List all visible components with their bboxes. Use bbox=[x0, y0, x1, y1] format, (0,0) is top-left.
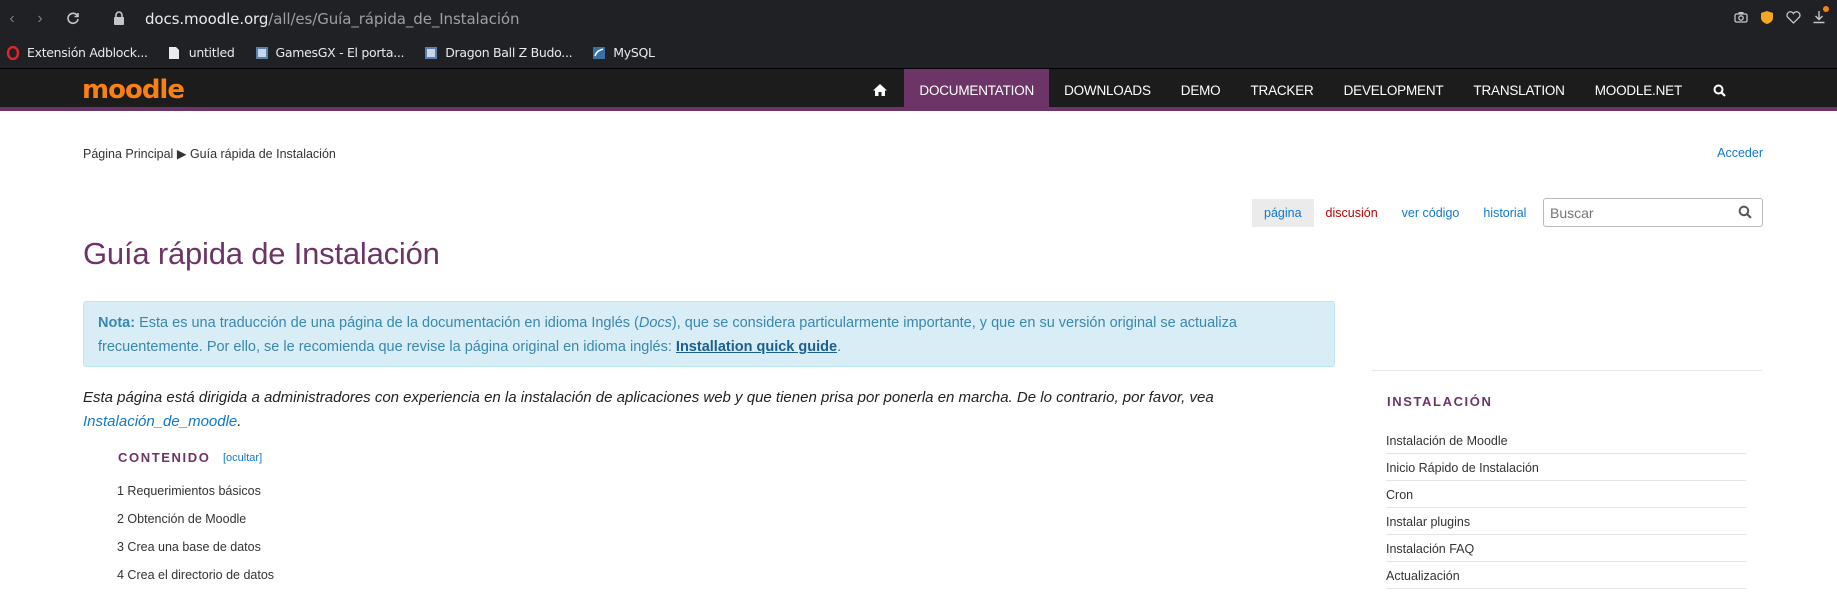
forward-icon[interactable]: › bbox=[28, 7, 52, 31]
url-path: /all/es/Guía_rápida_de_Instalación bbox=[268, 10, 520, 28]
tab-view-source[interactable]: ver código bbox=[1390, 199, 1472, 227]
search-input[interactable] bbox=[1544, 199, 1724, 226]
sidebar-divider bbox=[1372, 370, 1762, 371]
note-label: Nota: bbox=[98, 315, 136, 331]
bookmark-label: MySQL bbox=[613, 45, 655, 60]
page-title: Guía rápida de Instalación bbox=[83, 236, 440, 271]
toc-item[interactable]: 4 Crea el directorio de datos bbox=[117, 568, 274, 596]
breadcrumb-home[interactable]: Página Principal bbox=[83, 147, 173, 161]
toc-title: CONTENIDO bbox=[118, 450, 211, 465]
document-icon bbox=[168, 46, 182, 60]
sidebar-item[interactable]: Instalación de Moodle bbox=[1386, 427, 1746, 454]
note-docs: Docs bbox=[638, 315, 672, 331]
url-domain: docs.moodle.org bbox=[145, 10, 269, 28]
sidebar-list: Instalación de Moodle Inicio Rápido de I… bbox=[1386, 427, 1746, 589]
nav-development[interactable]: DEVELOPMENT bbox=[1329, 69, 1459, 111]
note-end: . bbox=[837, 339, 842, 355]
tab-discussion[interactable]: discusión bbox=[1314, 199, 1390, 227]
nav-documentation[interactable]: DOCUMENTATION bbox=[904, 69, 1050, 111]
sidebar-title: INSTALACIÓN bbox=[1387, 394, 1493, 409]
heart-icon[interactable] bbox=[1785, 9, 1801, 25]
download-icon[interactable] bbox=[1811, 6, 1829, 25]
wiki-search bbox=[1543, 198, 1763, 227]
nav-downloads[interactable]: DOWNLOADS bbox=[1049, 69, 1166, 111]
reload-icon[interactable] bbox=[61, 7, 85, 31]
note-text: Esta es una traducción de una página de … bbox=[135, 315, 639, 331]
toc-list: 1 Requerimientos básicos 2 Obtención de … bbox=[117, 484, 274, 596]
bookmarks-bar: Extensión Adblock... untitled GamesGX - … bbox=[0, 37, 1837, 69]
bookmark-item[interactable]: untitled bbox=[168, 45, 235, 60]
search-icon[interactable] bbox=[1738, 205, 1752, 219]
shield-icon[interactable] bbox=[1759, 9, 1775, 25]
bookmark-item[interactable]: Dragon Ball Z Budo... bbox=[424, 45, 573, 60]
nav-tracker[interactable]: TRACKER bbox=[1235, 69, 1328, 111]
bookmark-item[interactable]: Extensión Adblock... bbox=[6, 45, 148, 60]
moodle-logo[interactable]: moodle bbox=[82, 75, 185, 105]
breadcrumb-separator: ▶ bbox=[176, 147, 187, 161]
login-link[interactable]: Acceder bbox=[1717, 146, 1763, 160]
intro-end: . bbox=[237, 413, 242, 430]
bookmark-label: Dragon Ball Z Budo... bbox=[445, 45, 573, 60]
intro-link[interactable]: Instalación_de_moodle bbox=[83, 413, 237, 430]
camera-icon[interactable] bbox=[1733, 9, 1749, 25]
toc-hide-link[interactable]: [ocultar] bbox=[223, 452, 262, 464]
page-tabs: página discusión ver código historial bbox=[1252, 199, 1538, 227]
nav-translation[interactable]: TRANSLATION bbox=[1458, 69, 1579, 111]
sidebar-item[interactable]: Instalar plugins bbox=[1386, 508, 1746, 535]
home-icon[interactable] bbox=[856, 69, 904, 111]
toc-item[interactable]: 2 Obtención de Moodle bbox=[117, 512, 274, 540]
opera-icon bbox=[6, 45, 20, 60]
sidebar-item[interactable]: Actualización bbox=[1386, 562, 1746, 589]
bookmark-label: untitled bbox=[188, 45, 235, 60]
intro-paragraph: Esta página está dirigida a administrado… bbox=[83, 386, 1353, 434]
tab-page[interactable]: página bbox=[1252, 199, 1314, 227]
breadcrumb-current: Guía rápida de Instalación bbox=[189, 147, 336, 161]
tab-history[interactable]: historial bbox=[1471, 199, 1538, 227]
site-header: moodle DOCUMENTATION DOWNLOADS DEMO TRAC… bbox=[0, 69, 1837, 111]
address-bar[interactable]: docs.moodle.org/all/es/Guía_rápida_de_In… bbox=[145, 10, 520, 28]
site-icon bbox=[424, 46, 438, 60]
sidebar-item[interactable]: Cron bbox=[1386, 481, 1746, 508]
toc-item[interactable]: 1 Requerimientos básicos bbox=[117, 484, 274, 512]
main-nav: DOCUMENTATION DOWNLOADS DEMO TRACKER DEV… bbox=[856, 69, 1742, 111]
breadcrumb: Página Principal ▶ Guía rápida de Instal… bbox=[83, 146, 336, 161]
sidebar-item[interactable]: Instalación FAQ bbox=[1386, 535, 1746, 562]
bookmark-item[interactable]: GamesGX - El porta... bbox=[255, 45, 405, 60]
toc-item[interactable]: 3 Crea una base de datos bbox=[117, 540, 274, 568]
search-icon[interactable] bbox=[1697, 69, 1742, 111]
intro-text: Esta página está dirigida a administrado… bbox=[83, 389, 1214, 406]
bookmark-label: Extensión Adblock... bbox=[27, 45, 148, 60]
sidebar-item[interactable]: Inicio Rápido de Instalación bbox=[1386, 454, 1746, 481]
back-icon[interactable]: ‹ bbox=[0, 7, 24, 31]
browser-toolbar: ‹ › docs.moodle.org/all/es/Guía_rápida_d… bbox=[0, 0, 1837, 37]
translation-note: Nota: Esta es una traducción de una pági… bbox=[83, 301, 1335, 367]
note-link[interactable]: Installation quick guide bbox=[676, 339, 837, 355]
nav-demo[interactable]: DEMO bbox=[1166, 69, 1236, 111]
site-icon bbox=[255, 46, 269, 60]
mysql-icon bbox=[592, 46, 606, 60]
nav-moodle-net[interactable]: MOODLE.NET bbox=[1580, 69, 1697, 111]
lock-icon bbox=[114, 11, 124, 25]
bookmark-item[interactable]: MySQL bbox=[592, 45, 655, 60]
logo-text: moodle bbox=[82, 75, 185, 105]
bookmark-label: GamesGX - El porta... bbox=[275, 45, 405, 60]
